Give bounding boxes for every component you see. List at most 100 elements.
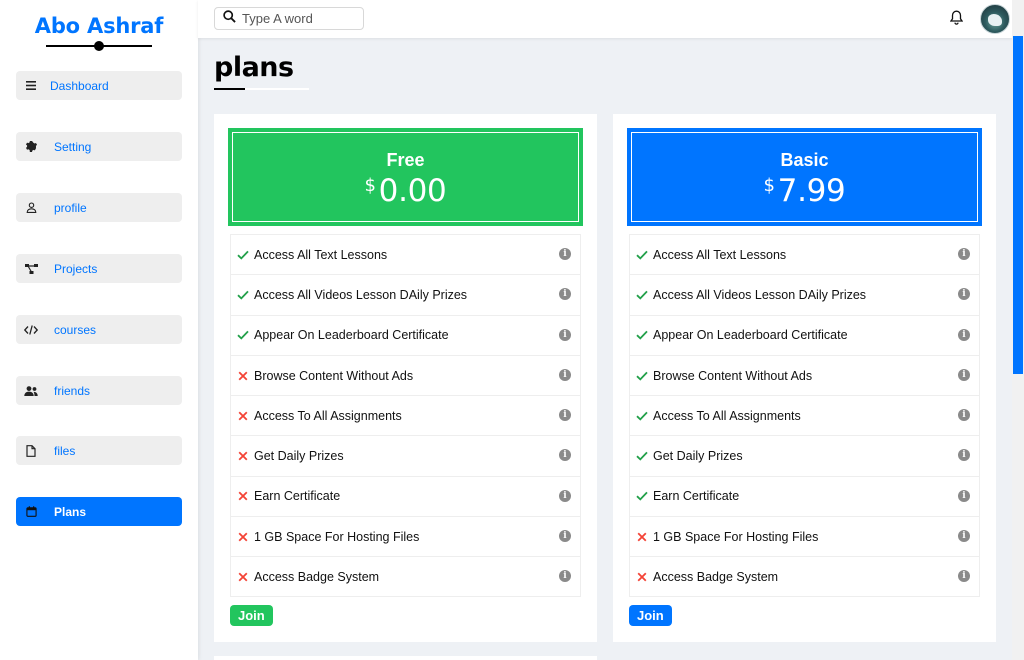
feature-row: Appear On Leaderboard Certificate i (230, 314, 581, 355)
join-button[interactable]: Join (629, 605, 672, 626)
calendar-icon (16, 506, 46, 517)
sidebar-item-label: files (54, 443, 76, 458)
sidebar-item-friends[interactable]: friends (16, 376, 182, 405)
info-icon[interactable]: i (958, 328, 970, 341)
feature-row: Access To All Assignments i (629, 395, 980, 436)
page-title: plans (214, 52, 294, 83)
file-icon (16, 444, 46, 457)
join-button[interactable]: Join (230, 605, 273, 626)
avatar[interactable] (980, 4, 1010, 34)
top-header (198, 0, 1012, 38)
sidebar-item-plans[interactable]: Plans (16, 497, 182, 526)
check-icon (232, 250, 254, 260)
feature-row: 1 GB Space For Hosting Files i (230, 516, 581, 557)
cross-icon (631, 532, 653, 542)
check-icon (232, 330, 254, 340)
feature-label: 1 GB Space For Hosting Files (254, 529, 420, 544)
gear-icon (16, 141, 46, 152)
scrollbar-thumb[interactable] (1013, 36, 1023, 374)
feature-label: Access To All Assignments (653, 408, 801, 423)
feature-label: Access All Text Lessons (254, 247, 388, 262)
feature-row: 1 GB Space For Hosting Files i (629, 516, 980, 557)
feature-row: Access All Text Lessons i (230, 234, 581, 275)
sidebar-item-label: courses (54, 322, 97, 337)
plan-price: $7.99 (764, 173, 846, 209)
cross-icon (232, 371, 254, 381)
feature-label: Get Daily Prizes (254, 449, 344, 464)
feature-label: Access To All Assignments (254, 408, 402, 423)
cross-icon (232, 451, 254, 461)
search-box[interactable] (214, 7, 364, 30)
sidebar-item-label: Projects (54, 261, 98, 276)
feature-label: Get Daily Prizes (653, 449, 743, 464)
code-icon (16, 324, 46, 335)
info-icon[interactable]: i (559, 328, 571, 341)
feature-row: Earn Certificate i (230, 475, 581, 517)
sidebar-item-label: friends (54, 383, 91, 398)
info-icon[interactable]: i (559, 570, 571, 583)
feature-label: 1 GB Space For Hosting Files (653, 529, 819, 544)
feature-label: Appear On Leaderboard Certificate (653, 328, 848, 343)
sidebar-item-courses[interactable]: courses (16, 315, 182, 344)
info-icon[interactable]: i (958, 449, 970, 462)
info-icon[interactable]: i (559, 530, 571, 543)
sidebar-item-label: Plans (54, 504, 87, 519)
brand: Abo Ashraf (0, 14, 198, 51)
brand-dot (94, 41, 104, 51)
check-icon (631, 411, 653, 421)
feature-label: Access All Videos Lesson DAily Prizes (254, 287, 468, 302)
feature-label: Access All Text Lessons (653, 247, 787, 262)
feature-row: Browse Content Without Ads i (230, 354, 581, 396)
info-icon[interactable]: i (958, 570, 970, 583)
info-icon[interactable]: i (958, 489, 970, 502)
info-icon[interactable]: i (559, 409, 571, 422)
bell-icon[interactable] (949, 10, 964, 30)
feature-label: Browse Content Without Ads (653, 368, 813, 383)
check-icon (631, 250, 653, 260)
check-icon (631, 491, 653, 502)
sidebar-item-label: Dashboard (50, 78, 109, 93)
sidebar-item-dashboard[interactable]: Dashboard (16, 71, 182, 100)
feature-row: Earn Certificate i (629, 475, 980, 517)
plan-card-basic: Basic $7.99 Access All Text Lessons i Acce… (613, 114, 996, 642)
feature-row: Access To All Assignments i (230, 395, 581, 436)
plan-card-free: Free $0.00 Access All Text Lessons i Acces… (214, 114, 597, 642)
info-icon[interactable]: i (958, 288, 970, 301)
info-icon[interactable]: i (559, 288, 571, 301)
info-icon[interactable]: i (958, 530, 970, 543)
next-plan-card-edge (214, 656, 597, 660)
info-icon[interactable]: i (958, 248, 970, 260)
sidebar-item-profile[interactable]: profile (16, 193, 182, 222)
search-icon (223, 9, 236, 28)
feature-label: Access All Videos Lesson DAily Prizes (653, 287, 867, 302)
plan-price: $0.00 (365, 173, 447, 209)
info-icon[interactable]: i (958, 368, 970, 381)
info-icon[interactable]: i (958, 409, 970, 422)
check-icon (232, 290, 254, 300)
feature-label: Earn Certificate (653, 489, 740, 504)
check-icon (631, 290, 653, 300)
feature-label: Earn Certificate (254, 489, 341, 504)
info-icon[interactable]: i (559, 489, 571, 502)
cross-icon (232, 572, 254, 582)
cross-icon (232, 411, 254, 421)
sidebar-item-setting[interactable]: Setting (16, 132, 182, 161)
feature-label: Access Badge System (653, 569, 779, 584)
sidebar-item-label: profile (54, 200, 87, 215)
search-input[interactable] (242, 11, 357, 26)
feature-label: Browse Content Without Ads (254, 368, 414, 383)
info-icon[interactable]: i (559, 368, 571, 381)
info-icon[interactable]: i (559, 248, 571, 260)
sidebar-item-label: Setting (54, 139, 92, 154)
plan-name: Free (386, 150, 425, 170)
cross-icon (232, 532, 254, 542)
sidebar-item-projects[interactable]: Projects (16, 254, 182, 283)
info-icon[interactable]: i (559, 449, 571, 462)
sidebar-item-files[interactable]: files (16, 436, 182, 465)
title-underline (214, 88, 245, 90)
feature-row: Get Daily Prizes i (230, 435, 581, 476)
plan-header: Free $0.00 (228, 128, 583, 226)
feature-label: Access Badge System (254, 569, 380, 584)
diagram-icon (16, 263, 46, 274)
user-icon (16, 202, 46, 213)
